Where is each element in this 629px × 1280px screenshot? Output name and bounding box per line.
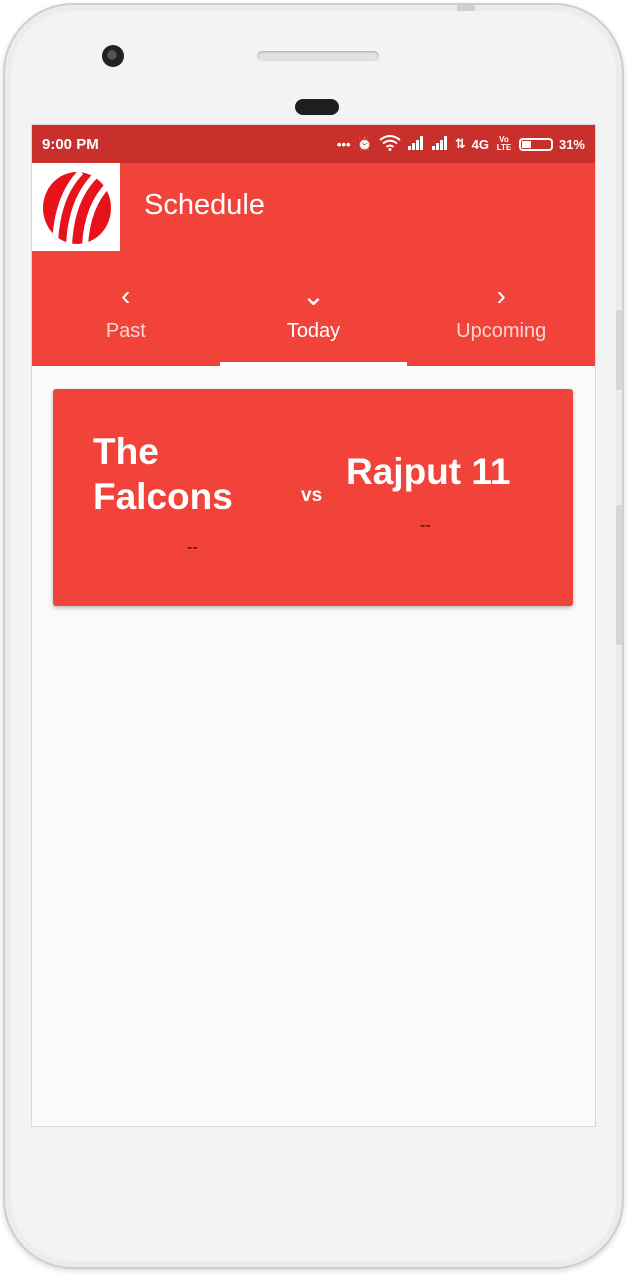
page-title: Schedule [144,189,265,221]
alarm-icon: ⏰ [356,136,373,151]
tab-upcoming-label: Upcoming [456,319,547,342]
status-icons: ••• ⏰ ⇅ 4G Vo LTE 31% [336,134,585,154]
data-arrows-icon: ⇅ [454,136,466,151]
tab-upcoming[interactable]: › Upcoming [407,258,595,366]
app-bar: Schedule ‹ Past ⌄ Today › Upcoming [32,163,595,366]
volte-label: Vo LTE [496,135,512,152]
side-button [616,310,622,390]
signal-icon [407,135,425,153]
battery-icon [518,137,553,151]
tab-bar: ‹ Past ⌄ Today › Upcoming [32,258,595,366]
power-button [457,5,475,11]
network-type: 4G [471,136,489,152]
match-card[interactable]: The Falcons -- vs Rajput 11 -- [53,389,573,606]
battery-percent: 31% [558,136,585,152]
status-bar: 9:00 PM ••• ⏰ ⇅ 4G Vo LTE 31% [32,125,595,163]
tab-past[interactable]: ‹ Past [32,258,220,366]
signal-icon [431,135,449,153]
team-a-score: -- [187,539,198,556]
status-time: 9:00 PM [42,135,99,153]
proximity-sensor [295,99,339,115]
more-dots-icon: ••• [336,136,351,152]
team-b-name: Rajput 11 [346,451,511,492]
chevron-left-icon: ‹ [121,279,131,311]
chevron-right-icon: › [496,279,506,311]
app-logo [32,163,120,251]
tab-today-label: Today [286,319,341,342]
tab-past-label: Past [105,319,146,342]
volume-button [616,505,622,645]
front-camera [102,45,124,67]
tab-today[interactable]: ⌄ Today [219,258,408,366]
cricket-ball-logo [43,169,112,247]
wifi-icon [379,134,401,154]
chevron-down-icon: ⌄ [301,279,326,311]
team-a-name: The Falcons [93,431,233,517]
earpiece-speaker [257,51,379,61]
phone-screen: 9:00 PM ••• ⏰ ⇅ 4G Vo LTE 31% Schedule ‹… [31,124,596,1127]
team-b-score: -- [420,517,431,534]
vs-label: vs [301,485,323,506]
